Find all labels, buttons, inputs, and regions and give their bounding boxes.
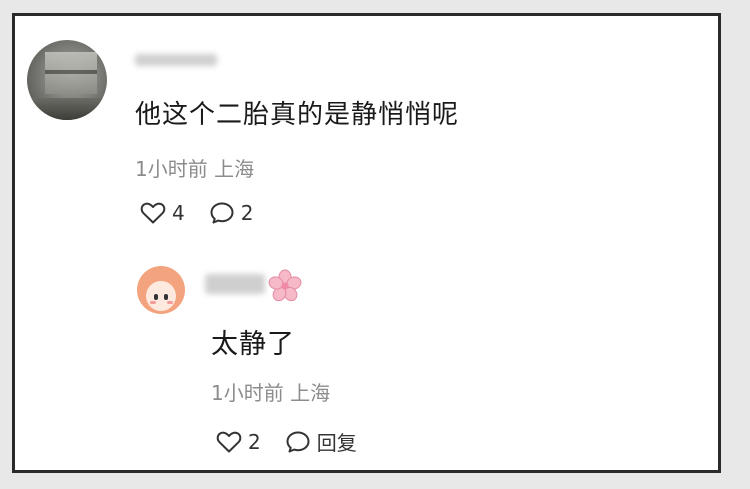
avatar-blush-right: [167, 301, 173, 304]
comment-actions: 4 2: [140, 201, 277, 225]
avatar-eye-left: [154, 294, 158, 300]
comment-time: 1小时前: [135, 157, 208, 181]
sakura-flower-icon: [268, 269, 302, 307]
reply-location: 上海: [290, 381, 331, 405]
reply-username-redacted[interactable]: [205, 274, 265, 294]
comment-meta: 1小时前 上海: [135, 153, 254, 182]
avatar[interactable]: [27, 40, 107, 120]
comment-text: 他这个二胎真的是静悄悄呢: [135, 100, 460, 130]
avatar-image-floor: [27, 98, 107, 120]
comment-bubble-icon: [210, 202, 234, 224]
reply-label: 回复: [316, 431, 357, 455]
avatar-blush-left: [150, 301, 156, 304]
avatar-eye-right: [164, 294, 168, 300]
heart-icon: [140, 202, 166, 224]
avatar-face: [146, 281, 176, 311]
like-count: 4: [172, 201, 185, 225]
reply-like-count: 2: [248, 429, 261, 454]
reply-actions: 2 回复: [216, 427, 381, 456]
heart-icon: [216, 431, 242, 452]
reply-time: 1小时前: [211, 381, 284, 405]
reply-meta: 1小时前 上海: [211, 377, 330, 406]
reply-like-button[interactable]: 2: [216, 430, 261, 454]
username-redacted[interactable]: [135, 54, 217, 66]
comment-panel: 他这个二胎真的是静悄悄呢 1小时前 上海 4 2 太静了 1小时前 上海 2 回…: [12, 13, 721, 473]
reply-button[interactable]: 2: [209, 201, 254, 225]
reply-count: 2: [240, 201, 254, 225]
reply-avatar[interactable]: [137, 266, 185, 314]
comment-bubble-icon: [286, 431, 310, 452]
comment-location: 上海: [214, 157, 255, 181]
like-button[interactable]: 4: [140, 201, 185, 225]
reply-text: 太静了: [211, 329, 295, 360]
reply-reply-button[interactable]: 回复: [285, 427, 357, 456]
avatar-image-window: [45, 52, 97, 94]
